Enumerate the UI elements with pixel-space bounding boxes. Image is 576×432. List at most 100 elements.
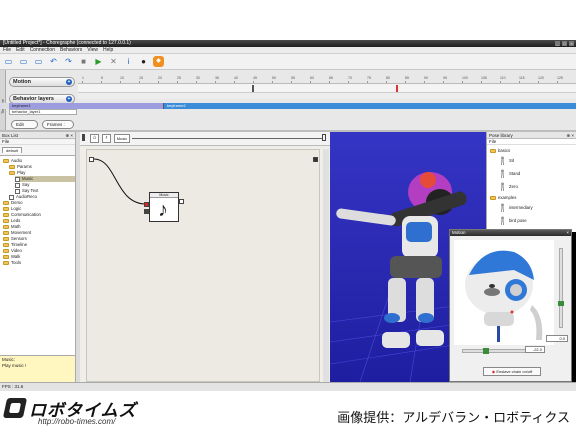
timeline-side-tab[interactable]: Timeline (0, 70, 6, 130)
yaw-spinbox[interactable]: -22.0 (525, 346, 545, 353)
music-box-output-port[interactable] (179, 199, 184, 204)
timeline-ruler[interactable]: 1 5 10 15 20 25 30 35 40 45 50 55 60 65 70 75 80 85 90 95 10… (78, 76, 576, 84)
play-icon[interactable]: ▶ (93, 56, 104, 67)
folder-icon (3, 219, 9, 223)
folder-icon (9, 171, 15, 175)
folder-icon (3, 243, 9, 247)
flow-diagram-header: ⌂ ‹ Music (80, 132, 330, 146)
pitch-spinbox[interactable]: 0.0 (546, 335, 568, 342)
pose-item-label: Stand (509, 170, 521, 176)
flow-scrollbar[interactable] (323, 149, 329, 382)
close-icon[interactable]: ✕ (108, 56, 119, 67)
tab-default-label: default (6, 148, 19, 153)
motion-dialog-close-icon[interactable]: × (566, 230, 569, 235)
tree-item-label: Tools (11, 260, 22, 265)
pin-icon[interactable]: ⊕ × (65, 132, 73, 139)
motion-lane-label[interactable]: Motion + (9, 77, 75, 87)
robotimes-logo-mark (2, 398, 28, 418)
flow-left-edge (82, 134, 85, 141)
breadcrumb[interactable]: Music (114, 134, 130, 143)
behavior-layer-add-icon[interactable]: + (66, 96, 72, 102)
robot-head-view[interactable] (454, 240, 554, 345)
box-list-file-menu[interactable]: File (0, 139, 75, 145)
motion-label-text: Motion (13, 79, 32, 85)
pose-item-zero[interactable]: Zero (498, 182, 518, 191)
menu-help[interactable]: Help (103, 47, 113, 53)
keyframe-2[interactable]: keyframe2 (164, 103, 576, 109)
pose-library-file-menu[interactable]: File (487, 139, 576, 145)
ruler-tick-mark (557, 81, 558, 83)
tree-item-tools[interactable]: Tools (3, 260, 75, 266)
pitch-slider-thumb[interactable] (558, 301, 564, 306)
record-icon[interactable]: ● (138, 56, 149, 67)
pose-item-sit[interactable]: Sit (498, 156, 514, 165)
pose-item-label: basics (498, 148, 511, 153)
info-icon[interactable]: i (123, 56, 134, 67)
pose-pin-icon[interactable]: ⊕ × (566, 132, 574, 139)
folder-icon (3, 231, 9, 235)
flow-diagram-panel: ⌂ ‹ Music Music ♪ (80, 132, 330, 382)
enslave-chain-button[interactable]: ◉ Enslave chain on/off (483, 367, 541, 376)
keyframe-1-label: keyframe1 (12, 103, 31, 108)
save-icon[interactable]: ▭ (33, 56, 44, 67)
menu-view[interactable]: View (87, 47, 98, 53)
minimize-icon[interactable]: _ (555, 41, 560, 46)
menu-file[interactable]: File (3, 47, 11, 53)
music-box-stop-port[interactable] (144, 209, 149, 214)
flow-canvas[interactable]: Music ♪ (86, 149, 320, 382)
pose-thumbnail-icon (498, 182, 507, 191)
ruler-tick-mark (386, 81, 387, 83)
frames-counter[interactable]: Frames : 10 (42, 120, 74, 134)
motion-add-icon[interactable]: + (66, 79, 72, 85)
edit-button[interactable]: Edit (11, 120, 38, 129)
open-icon[interactable]: ▭ (18, 56, 29, 67)
head-pitch-slider[interactable] (558, 248, 564, 328)
folder-icon (490, 149, 496, 153)
orange-tool-icon[interactable]: ◆ (153, 56, 164, 67)
playhead-marker[interactable] (396, 85, 398, 92)
stop-icon[interactable]: ■ (78, 56, 89, 67)
menu-bar: File Edit Connection Behaviors View Help (0, 47, 576, 54)
pose-library-header: Pose library ⊕ × (487, 132, 576, 139)
new-icon[interactable]: ▭ (3, 56, 14, 67)
motion-keyframe-marker[interactable] (252, 85, 254, 92)
enslave-icon: ◉ (491, 369, 496, 374)
box-icon (15, 176, 20, 182)
window-controls: _ □ × (555, 41, 574, 46)
pose-item-basics[interactable]: basics (490, 148, 510, 154)
ruler-tick-mark (234, 81, 235, 83)
back-icon[interactable]: ‹ (102, 134, 111, 143)
folder-icon (9, 165, 15, 169)
undo-icon[interactable]: ↶ (48, 56, 59, 67)
menu-edit[interactable]: Edit (16, 47, 25, 53)
redo-icon[interactable]: ↷ (63, 56, 74, 67)
ruler-tick-label: 5 (101, 76, 103, 80)
pose-item-bird-pose[interactable]: bird pose (498, 216, 527, 225)
ruler-tick-mark (215, 81, 216, 83)
motion-dialog-header: Motion (450, 230, 571, 236)
yaw-slider-thumb[interactable] (483, 348, 489, 354)
ruler-tick-mark (348, 81, 349, 83)
ruler-tick-label: 45 (253, 76, 257, 80)
head-yaw-slider[interactable] (462, 348, 532, 354)
image-credit: 画像提供：アルデバラン・ロボティクス (337, 410, 570, 425)
breadcrumb-label: Music (116, 136, 128, 141)
layer-handle[interactable] (2, 103, 9, 109)
box-icon (9, 194, 14, 200)
pose-item-intermediary[interactable]: intermediary (498, 203, 533, 212)
music-box[interactable]: Music ♪ (149, 192, 179, 222)
maximize-icon[interactable]: □ (562, 41, 567, 46)
yaw-value: -22.0 (532, 347, 542, 352)
menu-connection[interactable]: Connection (30, 47, 55, 53)
home-icon[interactable]: ⌂ (90, 134, 99, 143)
tab-default[interactable]: default (2, 147, 23, 153)
description-body: Play music ! (2, 363, 27, 368)
layer-name-row[interactable]: behavior_layer1 (9, 109, 77, 115)
motion-track[interactable] (78, 84, 576, 93)
pose-item-stand[interactable]: Stand (498, 169, 520, 178)
close-window-icon[interactable]: × (569, 41, 574, 46)
menu-behaviors[interactable]: Behaviors (60, 47, 82, 53)
pose-item-examples[interactable]: examples (490, 195, 516, 201)
music-box-input-port[interactable] (144, 202, 149, 207)
ruler-tick-mark (367, 81, 368, 83)
